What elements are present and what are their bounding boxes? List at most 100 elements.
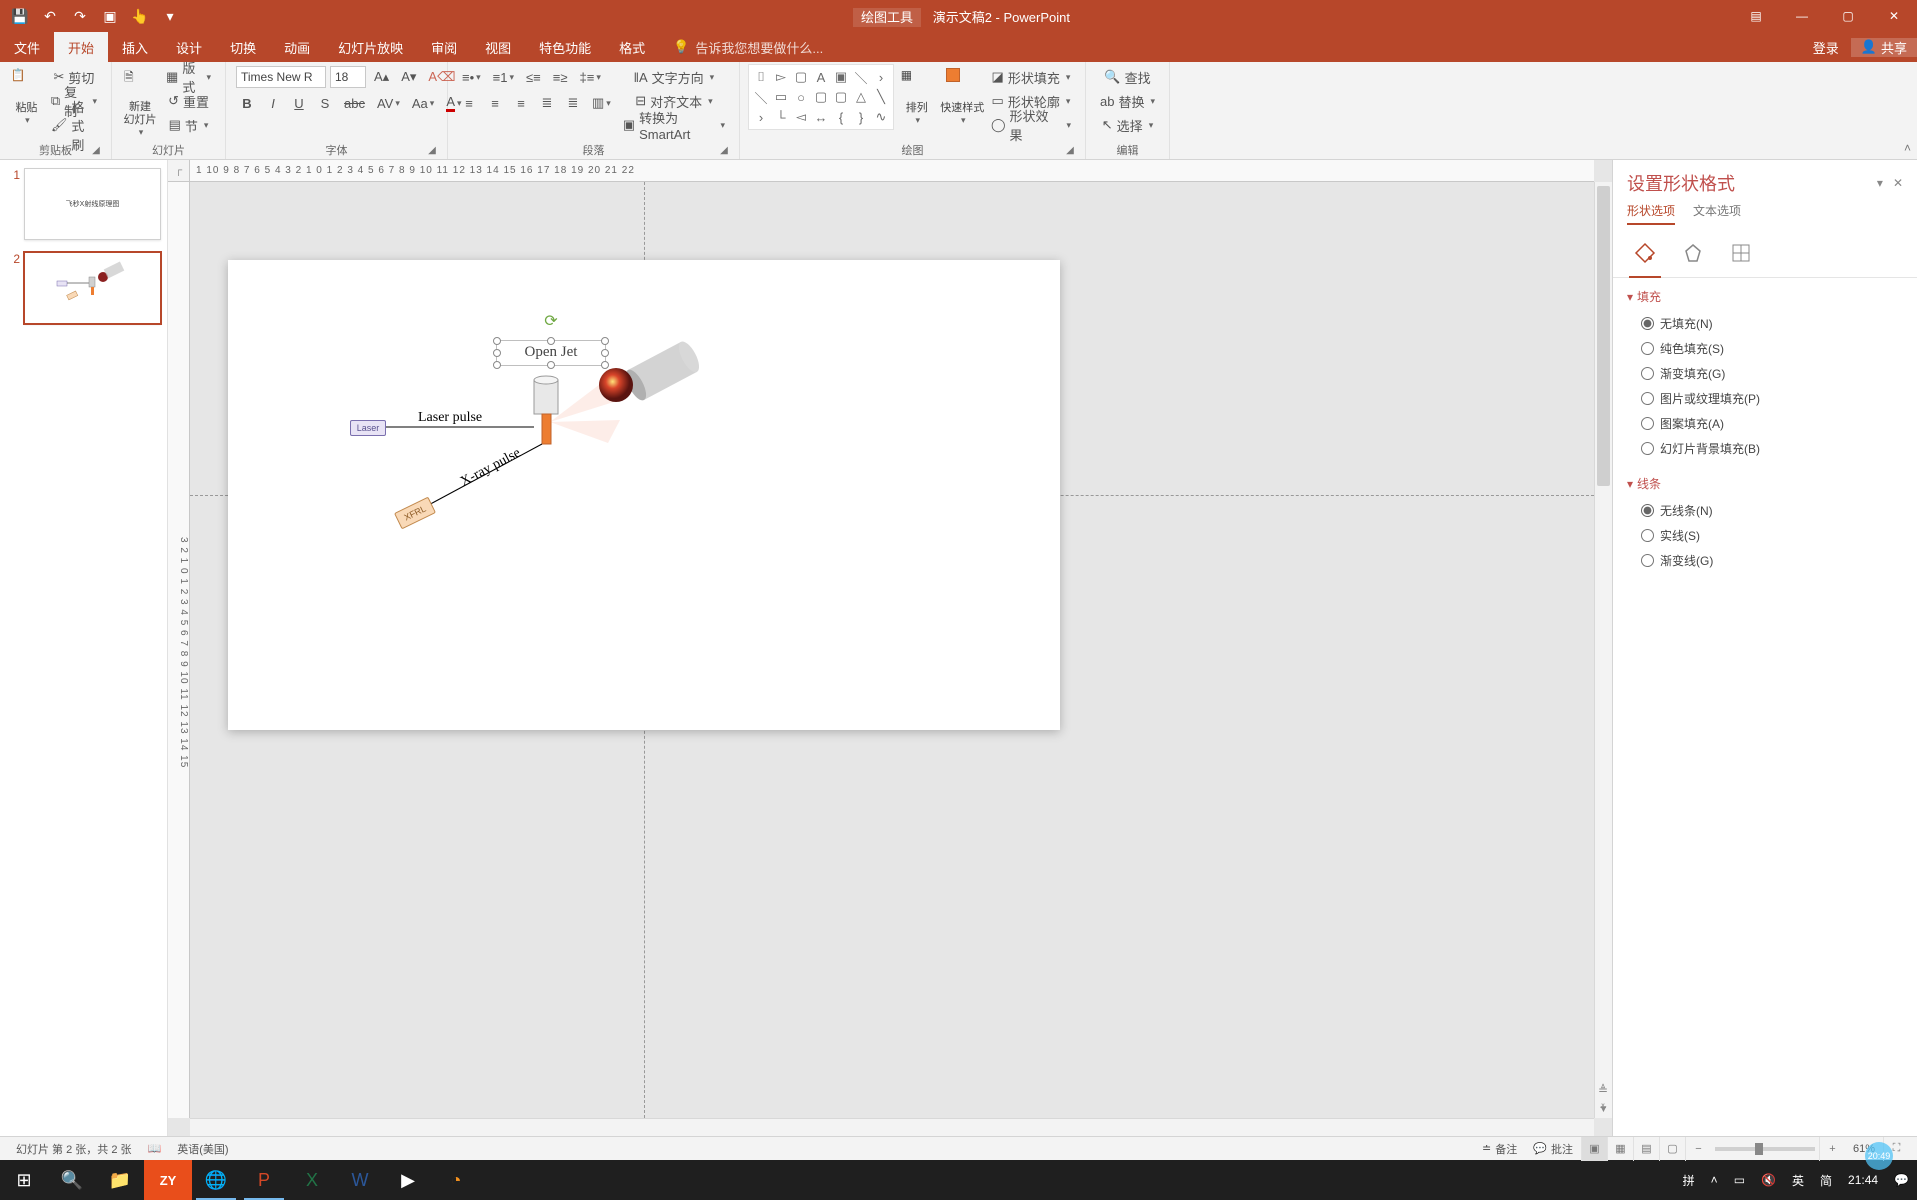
ribbon-display-options-button[interactable]: ▤ bbox=[1733, 0, 1779, 32]
convert-smartart-button[interactable]: ▣转换为 SmartArt▾ bbox=[619, 114, 729, 136]
shape-rrect2-icon[interactable]: ▢ bbox=[831, 87, 851, 107]
rotation-handle[interactable]: ⟳ bbox=[544, 311, 557, 331]
format-tab-text[interactable]: 文本选项 bbox=[1693, 202, 1741, 225]
shape-roundrect-icon[interactable]: ▢ bbox=[791, 67, 811, 87]
tab-insert[interactable]: 插入 bbox=[108, 32, 162, 62]
increase-indent-button[interactable]: ≡≥ bbox=[549, 66, 572, 88]
reading-view-button[interactable]: ▤ bbox=[1633, 1137, 1659, 1161]
columns-button[interactable]: ▥▾ bbox=[588, 92, 615, 114]
fill-slidebg-radio[interactable]: 幻灯片背景填充(B) bbox=[1627, 436, 1903, 461]
volume-icon[interactable]: 🔇 bbox=[1753, 1160, 1784, 1200]
tab-review[interactable]: 审阅 bbox=[417, 32, 471, 62]
font-dialog-launcher[interactable]: ◢ bbox=[425, 143, 439, 157]
slide-canvas-viewport[interactable]: ⟳ Open Jet Laser pulse Laser X-ray pulse… bbox=[190, 182, 1594, 1118]
slide[interactable]: ⟳ Open Jet Laser pulse Laser X-ray pulse… bbox=[228, 260, 1060, 730]
quick-styles-button[interactable]: 快速样式 ▾ bbox=[939, 64, 984, 138]
zoom-slider[interactable] bbox=[1715, 1147, 1815, 1151]
fill-picture-radio[interactable]: 图片或纹理填充(P) bbox=[1627, 386, 1903, 411]
tab-special[interactable]: 特色功能 bbox=[525, 32, 605, 62]
horizontal-ruler[interactable]: 1 10 9 8 7 6 5 4 3 2 1 0 1 2 3 4 5 6 7 8… bbox=[190, 160, 1594, 182]
shape-image-icon[interactable]: ▣ bbox=[831, 67, 851, 87]
fill-gradient-radio[interactable]: 渐变填充(G) bbox=[1627, 361, 1903, 386]
shape-elbow-icon[interactable]: └ bbox=[771, 107, 791, 127]
vertical-scrollbar[interactable]: ▲ ▼ bbox=[1594, 182, 1612, 1118]
shape-arrowl-icon[interactable]: ◅ bbox=[791, 107, 811, 127]
clipboard-dialog-launcher[interactable]: ◢ bbox=[89, 143, 103, 157]
shape-rect-icon[interactable]: ▭ bbox=[771, 87, 791, 107]
underline-button[interactable]: U bbox=[288, 92, 310, 114]
distribute-button[interactable]: ≣ bbox=[562, 92, 584, 114]
text-direction-button[interactable]: ‖A文字方向▾ bbox=[619, 66, 729, 88]
shape-rrect-icon[interactable]: ▢ bbox=[811, 87, 831, 107]
shape-brace-icon[interactable]: { bbox=[831, 107, 851, 127]
slide-thumbnails-panel[interactable]: 1 飞秒X射线原理图 2 bbox=[0, 160, 168, 1136]
char-spacing-button[interactable]: AV▾ bbox=[373, 92, 404, 114]
new-slide-button[interactable]: 🗎 新建 幻灯片 ▾ bbox=[120, 64, 160, 138]
qat-more-button[interactable]: ▾ bbox=[156, 2, 184, 30]
line-section-header[interactable]: ▾ 线条 bbox=[1627, 475, 1903, 492]
select-button[interactable]: ↖选择▾ bbox=[1096, 114, 1159, 136]
tell-me-box[interactable]: 💡 告诉我您想要做什么... bbox=[659, 32, 837, 62]
save-button[interactable]: 💾 bbox=[6, 2, 34, 30]
spellcheck-button[interactable]: 📖 bbox=[140, 1137, 170, 1161]
tab-transitions[interactable]: 切换 bbox=[216, 32, 270, 62]
ime-simp-indicator[interactable]: 简 bbox=[1812, 1160, 1840, 1200]
strikethrough-button[interactable]: abc bbox=[340, 92, 369, 114]
line-gradient-radio[interactable]: 渐变线(G) bbox=[1627, 548, 1903, 573]
shape-circle-icon[interactable]: ○ bbox=[791, 87, 811, 107]
zoom-in-button[interactable]: + bbox=[1819, 1137, 1845, 1161]
shapes-gallery[interactable]: ⌷ ▻ ▢ A ▣ ＼ › ＼ ▭ ○ ▢ ▢ △ ╲ › └ ◅ ↔ { } bbox=[748, 64, 894, 130]
shape-text-icon[interactable]: A bbox=[811, 67, 831, 87]
font-size-combo[interactable]: 18 bbox=[330, 66, 366, 88]
format-tab-shape[interactable]: 形状选项 bbox=[1627, 202, 1675, 225]
horizontal-scrollbar[interactable] bbox=[190, 1118, 1594, 1136]
fill-pattern-radio[interactable]: 图案填充(A) bbox=[1627, 411, 1903, 436]
line-none-radio[interactable]: 无线条(N) bbox=[1627, 498, 1903, 523]
start-from-beginning-button[interactable]: ▣ bbox=[96, 2, 124, 30]
selection-handle[interactable] bbox=[547, 361, 555, 369]
paragraph-dialog-launcher[interactable]: ◢ bbox=[717, 143, 731, 157]
layout-button[interactable]: ▦版式▾ bbox=[162, 66, 215, 88]
bold-button[interactable]: B bbox=[236, 92, 258, 114]
justify-button[interactable]: ≣ bbox=[536, 92, 558, 114]
ime-lang-indicator[interactable]: 英 bbox=[1784, 1160, 1812, 1200]
maximize-button[interactable]: ▢ bbox=[1825, 0, 1871, 32]
app-taskbar-icon[interactable]: ◔ bbox=[432, 1160, 480, 1200]
grow-font-button[interactable]: A▴ bbox=[370, 66, 393, 88]
fill-line-category-icon[interactable] bbox=[1627, 237, 1663, 269]
sign-in-button[interactable]: 登录 bbox=[1801, 38, 1851, 57]
pane-options-button[interactable]: ▾ bbox=[1877, 176, 1883, 190]
undo-button[interactable]: ↶ bbox=[36, 2, 64, 30]
normal-view-button[interactable]: ▣ bbox=[1581, 1137, 1607, 1161]
shape-brace2-icon[interactable]: } bbox=[851, 107, 871, 127]
close-button[interactable]: ✕ bbox=[1871, 0, 1917, 32]
tab-slideshow[interactable]: 幻灯片放映 bbox=[324, 32, 417, 62]
redo-button[interactable]: ↷ bbox=[66, 2, 94, 30]
italic-button[interactable]: I bbox=[262, 92, 284, 114]
clock[interactable]: 21:44 bbox=[1840, 1160, 1886, 1200]
selection-handle[interactable] bbox=[493, 361, 501, 369]
fill-none-radio[interactable]: 无填充(N) bbox=[1627, 311, 1903, 336]
shape-effects-button[interactable]: ◯形状效果▾ bbox=[987, 114, 1075, 136]
laser-pulse-label[interactable]: Laser pulse bbox=[418, 410, 482, 426]
size-category-icon[interactable] bbox=[1723, 237, 1759, 269]
shape-triangle-icon[interactable]: △ bbox=[851, 87, 871, 107]
drawing-dialog-launcher[interactable]: ◢ bbox=[1063, 143, 1077, 157]
line-spacing-button[interactable]: ‡≡▾ bbox=[576, 66, 605, 88]
slideshow-view-button[interactable]: ▢ bbox=[1659, 1137, 1685, 1161]
slide-counter[interactable]: 幻灯片 第 2 张，共 2 张 bbox=[8, 1137, 140, 1161]
numbering-button[interactable]: ≡1▾ bbox=[489, 66, 518, 88]
selection-handle[interactable] bbox=[601, 361, 609, 369]
excel-taskbar-icon[interactable]: X bbox=[288, 1160, 336, 1200]
zy-taskbar-icon[interactable]: ZY bbox=[144, 1160, 192, 1200]
find-button[interactable]: 🔍查找 bbox=[1096, 66, 1159, 88]
start-button[interactable]: ⊞ bbox=[0, 1160, 48, 1200]
touch-mode-button[interactable]: 👆 bbox=[126, 2, 154, 30]
tray-chevron-up-icon[interactable]: ˄ bbox=[1703, 1160, 1726, 1200]
shape-chev2-icon[interactable]: › bbox=[751, 107, 771, 127]
shape-fill-button[interactable]: ◪形状填充▾ bbox=[987, 66, 1075, 88]
tab-file[interactable]: 文件 bbox=[0, 32, 54, 62]
shape-line-icon[interactable]: ＼ bbox=[851, 67, 871, 87]
fill-solid-radio[interactable]: 纯色填充(S) bbox=[1627, 336, 1903, 361]
thumbnail-slide-1[interactable]: 1 飞秒X射线原理图 bbox=[6, 168, 161, 240]
